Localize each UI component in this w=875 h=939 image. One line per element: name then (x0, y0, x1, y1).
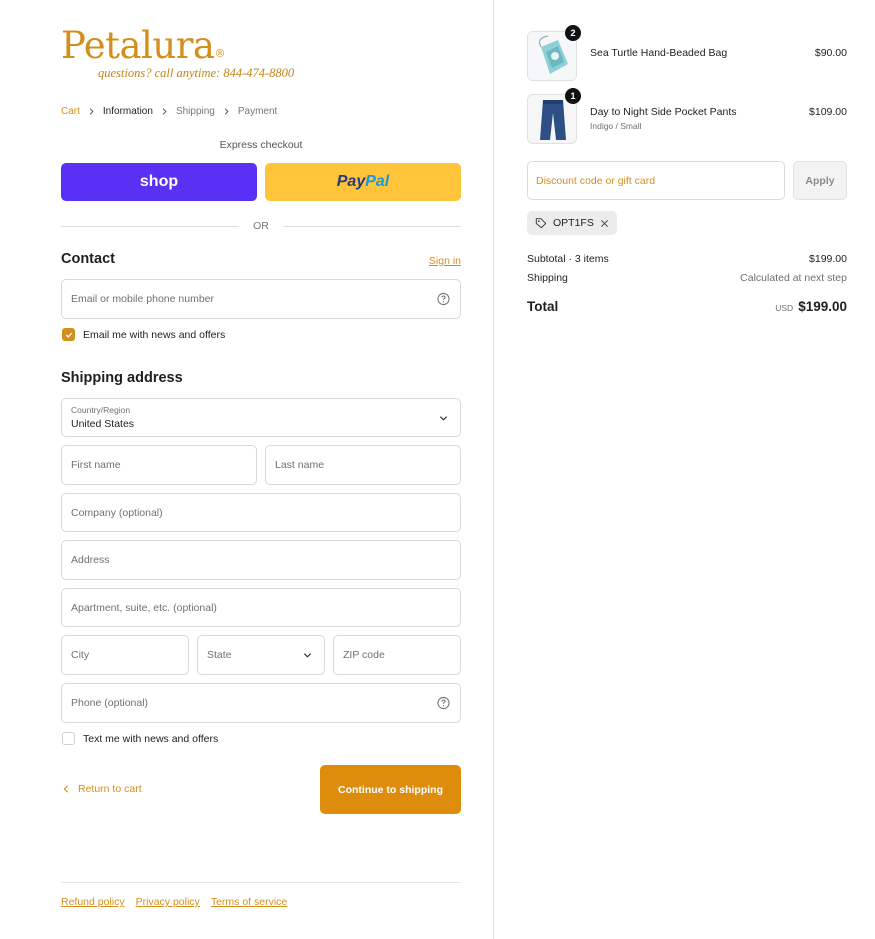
product-price: $109.00 (809, 106, 847, 118)
brand-reg-mark: ® (214, 47, 225, 60)
breadcrumb-shipping: Shipping (175, 106, 215, 117)
chevron-down-icon (439, 415, 448, 421)
email-placeholder: Email or mobile phone number (71, 293, 214, 305)
express-checkout-label: Express checkout (219, 139, 303, 151)
quantity-badge: 1 (565, 88, 581, 104)
product-price: $90.00 (814, 47, 847, 59)
shipping-label: Shipping (527, 272, 568, 284)
or-divider: OR (61, 219, 461, 233)
last-name-field[interactable]: Last name (265, 445, 461, 485)
product-name: Sea Turtle Hand-Beaded Bag (590, 47, 728, 59)
order-summary: 2 Sea Turtle Hand-Beaded Bag $90.00 1 Da… (493, 0, 875, 939)
checkout-main: Petalura® questions? call anytime: 844-4… (0, 0, 493, 939)
refund-policy-link[interactable]: Refund policy (61, 896, 125, 908)
discount-placeholder: Discount code or gift card (536, 174, 656, 187)
paypal-button[interactable]: Pay Pal (265, 163, 461, 201)
apartment-field[interactable]: Apartment, suite, etc. (optional) (61, 588, 461, 627)
paypal-label-pal: Pal (365, 173, 390, 190)
city-placeholder: City (71, 649, 90, 661)
country-value: United States (71, 418, 135, 430)
currency-code: USD (775, 303, 794, 313)
phone-placeholder: Phone (optional) (71, 697, 149, 709)
state-placeholder: State (207, 649, 232, 661)
help-circle-icon[interactable] (437, 696, 450, 710)
email-news-checkbox-row[interactable]: Email me with news and offers (62, 328, 225, 341)
breadcrumb-information: Information (102, 106, 153, 117)
footer-links: Refund policy Privacy policy Terms of se… (61, 896, 287, 908)
brand-name: Petalura (61, 24, 215, 67)
email-news-label: Email me with news and offers (83, 328, 226, 341)
or-label: OR (253, 220, 269, 232)
subtotal-label: Subtotal · 3 items (527, 253, 609, 265)
shipping-row: Shipping Calculated at next step (527, 272, 847, 284)
contact-heading: Contact (61, 251, 115, 267)
country-select[interactable]: Country/Region United States (61, 398, 461, 437)
brand-tagline: questions? call anytime: 844-474-8800 (98, 66, 295, 80)
return-to-cart-label: Return to cart (78, 783, 142, 795)
terms-of-service-link[interactable]: Terms of service (211, 896, 287, 908)
applied-discount-chip: OPT1FS (527, 211, 617, 235)
first-name-placeholder: First name (71, 459, 121, 471)
email-field[interactable]: Email or mobile phone number (61, 279, 461, 319)
line-item: 1 Day to Night Side Pocket Pants Indigo … (527, 88, 847, 146)
company-placeholder: Company (optional) (71, 506, 163, 519)
company-field[interactable]: Company (optional) (61, 493, 461, 532)
paypal-label-pay: Pay (336, 173, 366, 190)
email-news-checkbox[interactable] (62, 328, 75, 341)
address-placeholder: Address (71, 554, 110, 566)
discount-code: OPT1FS (553, 217, 594, 229)
total-value: $199.00 (798, 299, 847, 314)
phone-field[interactable]: Phone (optional) (61, 683, 461, 723)
text-news-label: Text me with news and offers (83, 732, 219, 745)
brand-logo[interactable]: Petalura® questions? call anytime: 844-4… (61, 24, 331, 84)
zip-field[interactable]: ZIP code (333, 635, 461, 675)
apartment-placeholder: Apartment, suite, etc. (optional) (71, 601, 217, 614)
country-label: Country/Region (71, 405, 131, 415)
footer-divider (61, 882, 461, 883)
chevron-right-icon (161, 108, 168, 115)
continue-label: Continue to shipping (338, 783, 443, 796)
help-circle-icon[interactable] (437, 292, 450, 306)
subtotal-row: Subtotal · 3 items $199.00 (527, 253, 847, 265)
last-name-placeholder: Last name (275, 459, 325, 471)
close-icon[interactable] (600, 219, 609, 228)
tag-icon (535, 218, 547, 229)
return-to-cart-link[interactable]: Return to cart (62, 783, 142, 795)
continue-to-shipping-button[interactable]: Continue to shipping (320, 765, 461, 814)
breadcrumb-payment: Payment (237, 106, 278, 117)
address-field[interactable]: Address (61, 540, 461, 580)
chevron-down-icon (303, 653, 312, 658)
quantity-badge: 2 (565, 25, 581, 41)
shop-pay-button[interactable]: shop (61, 163, 257, 201)
chevron-right-icon (223, 108, 230, 115)
breadcrumb-cart[interactable]: Cart (61, 106, 80, 117)
total-row: Total USD $199.00 (527, 299, 847, 314)
apply-label: Apply (805, 174, 835, 187)
product-variant: Indigo / Small (590, 121, 642, 131)
discount-code-field[interactable]: Discount code or gift card (527, 161, 785, 200)
text-news-checkbox-row[interactable]: Text me with news and offers (62, 732, 218, 745)
sign-in-link[interactable]: Sign in (429, 255, 461, 267)
chevron-left-icon (63, 785, 68, 793)
checkmark-icon (65, 332, 72, 338)
zip-placeholder: ZIP code (343, 649, 385, 661)
subtotal-value: $199.00 (809, 253, 847, 265)
product-name: Day to Night Side Pocket Pants (590, 106, 737, 118)
breadcrumb: Cart Information Shipping Payment (61, 106, 277, 117)
state-select[interactable]: State (197, 635, 325, 675)
line-item: 2 Sea Turtle Hand-Beaded Bag $90.00 (527, 25, 847, 83)
apply-discount-button[interactable]: Apply (793, 161, 847, 200)
total-label: Total (527, 299, 559, 314)
first-name-field[interactable]: First name (61, 445, 257, 485)
privacy-policy-link[interactable]: Privacy policy (136, 896, 200, 908)
chevron-right-icon (88, 108, 95, 115)
shipping-value: Calculated at next step (740, 272, 847, 284)
shop-pay-label: shop (139, 173, 179, 190)
shipping-address-heading: Shipping address (61, 370, 183, 386)
text-news-checkbox[interactable] (62, 732, 75, 745)
city-field[interactable]: City (61, 635, 189, 675)
